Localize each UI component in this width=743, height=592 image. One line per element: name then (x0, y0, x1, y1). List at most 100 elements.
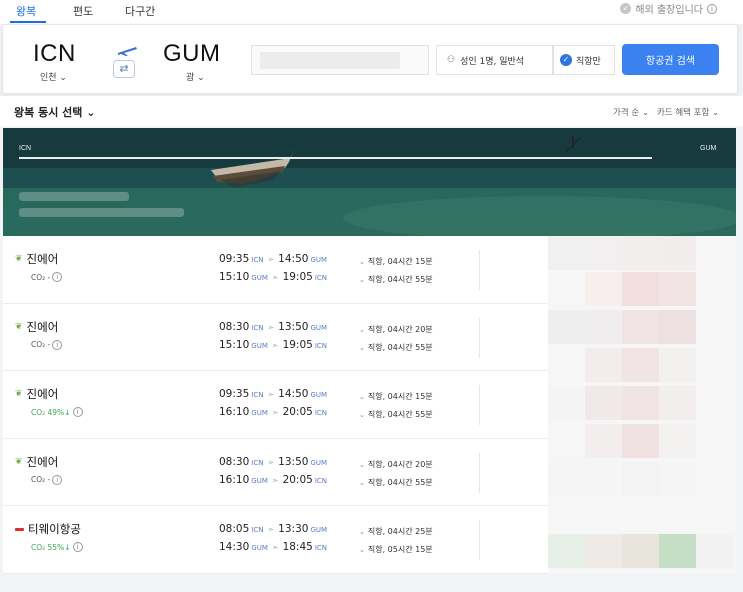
flight-results-list: ❦ 진에어 CO₂ -i 09:35 ICN ➣ 14:50 GUM 15:10 GUM ➣ 1… (3, 236, 548, 574)
row-divider (479, 250, 480, 290)
chevron-down-icon: ⌄ (359, 276, 365, 284)
tab-multi-city[interactable]: 다구간 (125, 3, 155, 19)
chevron-down-icon: ⌄ (359, 258, 365, 266)
origin-city[interactable]: 인천 ⌄ (40, 70, 67, 83)
return-duration[interactable]: ⌄ 직항, 04시간 55분 (359, 274, 433, 285)
price-sort-dropdown[interactable]: 가격 순 ⌄ (613, 106, 649, 118)
tab-one-way[interactable]: 편도 (73, 3, 93, 19)
flight-arrow-icon: ➣ (271, 340, 279, 350)
return-duration[interactable]: ⌄ 직항, 05시간 15분 (359, 544, 433, 555)
chevron-down-icon: ⌄ (359, 411, 365, 420)
return-duration[interactable]: ⌄ 직항, 04시간 55분 (359, 409, 433, 420)
flight-result-row[interactable]: ❦ 진에어 CO₂ -i 08:30 ICN ➣ 13:50 GUM 15:10 GUM ➣ 1… (3, 303, 548, 372)
chevron-down-icon: ⌄ (359, 325, 365, 334)
outbound-leg: 09:35 ICN ➣ 14:50 GUM (219, 253, 328, 265)
destination-code[interactable]: GUM (163, 40, 221, 68)
info-icon[interactable]: i (52, 474, 63, 485)
row-divider (479, 385, 480, 426)
chevron-down-icon: ⌄ (359, 528, 365, 537)
card-benefit-dropdown[interactable]: 카드 혜택 포함 ⌄ (657, 106, 719, 118)
flight-arrow-icon: ➣ (267, 390, 275, 400)
co2-info: CO₂ -i (31, 339, 63, 350)
round-trip-select-dropdown[interactable]: 왕복 동시 선택 ⌄ (14, 104, 95, 120)
outbound-duration[interactable]: ⌄ 직항, 04시간 15분 (359, 391, 433, 402)
airplane-icon (118, 47, 137, 56)
flight-arrow-icon: ➣ (271, 408, 279, 418)
outbound-duration[interactable]: ⌄ 직항, 04시간 15분 (359, 256, 433, 267)
outbound-leg: 08:30 ICN ➣ 13:50 GUM (219, 320, 328, 333)
flight-result-row[interactable]: ❦ 진에어 CO₂ -i 09:35 ICN ➣ 14:50 GUM 15:10 GUM ➣ 1… (3, 236, 548, 304)
return-leg: 15:10 GUM ➣ 19:05 ICN (219, 271, 328, 283)
banner-text-redacted (19, 208, 184, 217)
co2-info: CO₂ 49%↓ i (31, 407, 83, 418)
direct-only-label: 직항만 (576, 56, 601, 67)
trip-type-tabs: 왕복 편도 다구간 ✓ 해외 출장입니다 i (0, 0, 743, 24)
flight-result-row[interactable]: ❦ 진에어 CO₂ 49%↓ i 09:35 ICN ➣ 14:50 GUM 16:10 GU… (3, 371, 548, 439)
airline-name: ❦ 진에어 (15, 319, 59, 334)
search-panel: ICN 인천 ⌄ ⇄ GUM 괌 ⌄ ⚇ 성인 1명, 일반석 ✓ 직항만 항공… (2, 24, 738, 94)
direct-only-toggle[interactable]: ✓ 직항만 (553, 45, 615, 75)
passenger-cabin-label: 성인 1명, 일반석 (460, 56, 525, 67)
flight-search-page: 왕복 편도 다구간 ✓ 해외 출장입니다 i ICN 인천 ⌄ ⇄ GUM 괌 … (0, 0, 743, 592)
info-icon[interactable]: i (707, 3, 717, 14)
row-divider (479, 452, 480, 493)
return-leg: 16:10 GUM ➣ 20:05 ICN (219, 406, 328, 419)
search-flights-button[interactable]: 항공권 검색 (622, 44, 719, 75)
jinair-logo-icon: ❦ (15, 456, 23, 467)
return-leg: 15:10 GUM ➣ 19:05 ICN (219, 338, 328, 351)
tab-round-trip[interactable]: 왕복 (16, 3, 36, 19)
airline-name: ❦ 진에어 (15, 454, 59, 469)
sort-bar: 왕복 동시 선택 ⌄ 가격 순 ⌄ 카드 혜택 포함 ⌄ (0, 96, 743, 126)
co2-info: CO₂ -i (31, 474, 63, 485)
info-icon[interactable]: i (52, 272, 63, 282)
row-divider (479, 317, 480, 358)
price-grid-redacted (548, 236, 736, 574)
beach-boat-illustration (3, 128, 736, 236)
return-duration[interactable]: ⌄ 직항, 04시간 55분 (359, 342, 433, 353)
outbound-duration[interactable]: ⌄ 직항, 04시간 20분 (359, 324, 433, 335)
person-icon: ⚇ (447, 55, 456, 65)
jinair-logo-icon: ❦ (15, 321, 23, 332)
flight-arrow-icon: ➣ (267, 322, 275, 332)
active-tab-indicator (10, 21, 46, 23)
outbound-duration[interactable]: ⌄ 직항, 04시간 25분 (359, 526, 433, 537)
chevron-down-icon: ⌄ (359, 478, 365, 487)
date-field[interactable] (251, 45, 429, 75)
jinair-logo-icon: ❦ (15, 254, 23, 264)
info-icon[interactable]: i (72, 542, 83, 553)
banner-origin-code: ICN (19, 145, 32, 152)
route-banner: ICN GUM (3, 128, 736, 236)
chevron-down-icon: ⌄ (359, 393, 365, 402)
return-duration[interactable]: ⌄ 직항, 04시간 55분 (359, 477, 433, 488)
passenger-cabin-select[interactable]: ⚇ 성인 1명, 일반석 (436, 45, 553, 75)
flight-result-row[interactable]: ❦ 진에어 CO₂ -i 08:30 ICN ➣ 13:50 GUM 16:10 GUM ➣ 2… (3, 438, 548, 507)
info-icon[interactable]: i (72, 407, 83, 418)
flight-arrow-icon: ➣ (267, 255, 275, 264)
airline-name: ❦ 진에어 (15, 387, 59, 402)
outbound-leg: 08:30 ICN ➣ 13:50 GUM (219, 455, 328, 468)
business-trip-toggle[interactable]: ✓ 해외 출장입니다 i (620, 1, 717, 16)
route-line (19, 157, 652, 159)
flight-arrow-icon: ➣ (271, 475, 279, 485)
flight-arrow-icon: ➣ (271, 543, 279, 553)
outbound-leg: 08:05 ICN ➣ 13:30 GUM (219, 523, 328, 536)
row-divider (479, 520, 480, 561)
origin-code[interactable]: ICN (33, 40, 76, 68)
flight-arrow-icon: ➣ (267, 457, 275, 467)
airline-name: 티웨이항공 (15, 521, 81, 537)
business-trip-label: 해외 출장입니다 (635, 5, 703, 16)
flight-result-row[interactable]: 티웨이항공 CO₂ 55%↓ i 08:05 ICN ➣ 13:30 GUM 14:30 G… (3, 506, 548, 574)
flight-arrow-icon: ➣ (271, 273, 279, 282)
swap-route-button[interactable]: ⇄ (113, 60, 135, 78)
airline-name: ❦ 진에어 (15, 252, 59, 266)
return-leg: 16:10 GUM ➣ 20:05 ICN (219, 473, 328, 486)
destination-city[interactable]: 괌 ⌄ (186, 70, 205, 83)
chevron-down-icon: ⌄ (359, 546, 365, 555)
tway-logo-icon (15, 527, 24, 531)
checked-icon: ✓ (560, 54, 572, 66)
chevron-down-icon: ⌄ (359, 460, 365, 469)
outbound-leg: 09:35 ICN ➣ 14:50 GUM (219, 388, 328, 401)
outbound-duration[interactable]: ⌄ 직항, 04시간 20분 (359, 459, 433, 470)
info-icon[interactable]: i (52, 339, 63, 350)
co2-info: CO₂ 55%↓ i (31, 542, 83, 553)
